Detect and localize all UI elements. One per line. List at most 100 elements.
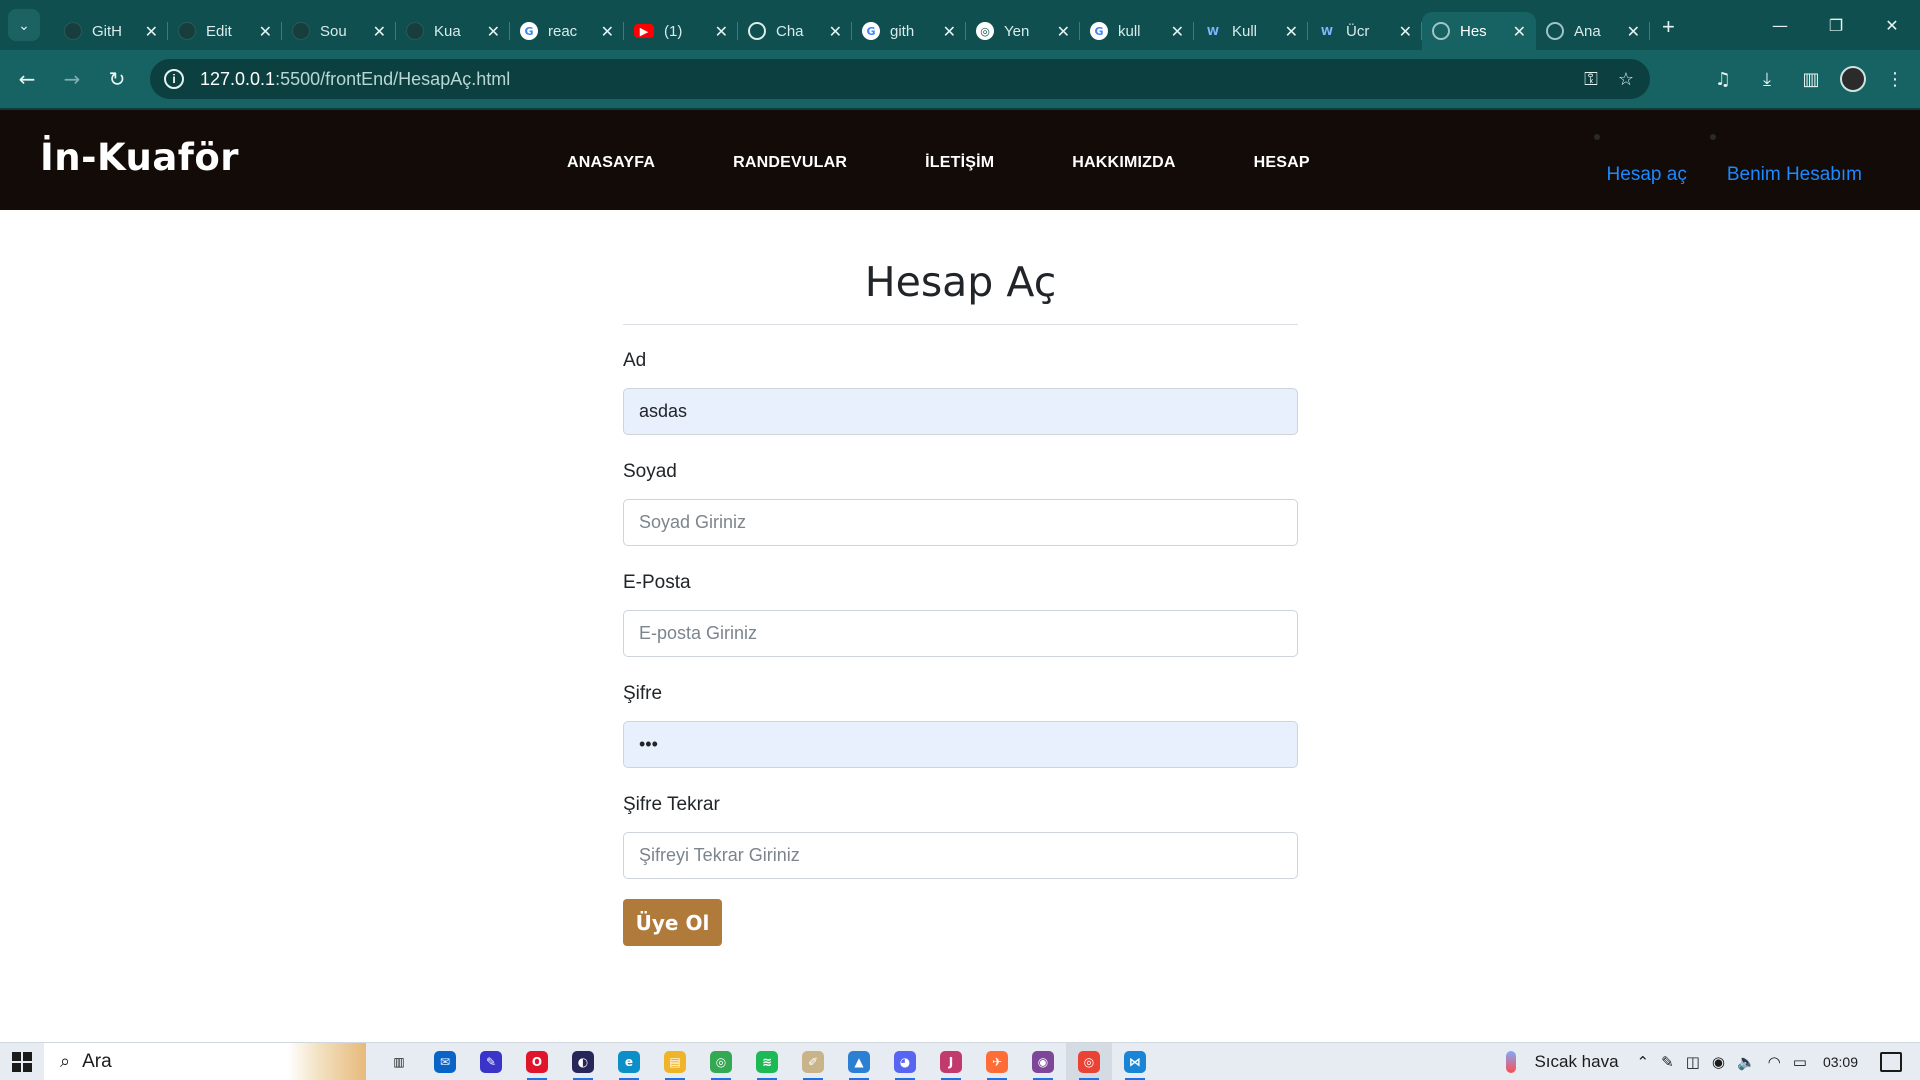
volume-icon[interactable]: 🔈 — [1737, 1053, 1756, 1071]
tab-close-icon[interactable]: ✕ — [259, 22, 272, 41]
browser-tab[interactable]: ▶ (1) ✕ — [624, 12, 738, 50]
last-name-input[interactable] — [623, 499, 1298, 546]
clock[interactable]: 03:09 — [1823, 1054, 1858, 1070]
menu-hesap[interactable]: HESAP — [1254, 154, 1310, 172]
tab-title: (1) — [664, 22, 683, 40]
tab-close-icon[interactable]: ✕ — [943, 22, 956, 41]
email-input[interactable] — [623, 610, 1298, 657]
windows-taskbar: ⌕ Ara ▥ ✉ ✎ O ◐ e ▤ ◎ ≋ ✐ ▲ ◕ J ✈ ◉ ◎ ⋈ Sıcak hava ⌃ ✎ ◫… — [0, 1042, 1920, 1080]
forward-icon[interactable]: → — [54, 61, 90, 97]
discord-taskbar-button[interactable]: ◕ — [882, 1043, 928, 1080]
tab-close-icon[interactable]: ✕ — [1171, 22, 1184, 41]
browser-tab[interactable]: W Kull ✕ — [1194, 12, 1308, 50]
browser-tab[interactable]: Greac ✕ — [510, 12, 624, 50]
password-key-icon[interactable]: ⚿ — [1584, 69, 1598, 90]
chrome-taskbar-button[interactable]: ◎ — [698, 1043, 744, 1080]
signup-link[interactable]: Hesap aç — [1607, 164, 1687, 186]
weather-widget[interactable]: Sıcak hava — [1506, 1051, 1619, 1073]
photos-icon: ▲ — [848, 1050, 870, 1073]
vscode-taskbar-button[interactable]: ⋈ — [1112, 1043, 1158, 1080]
back-icon[interactable]: ← — [9, 61, 45, 97]
battery-icon[interactable]: ▭ — [1793, 1053, 1807, 1071]
tab-close-icon[interactable]: ✕ — [601, 22, 614, 41]
bookmark-star-icon[interactable]: ☆ — [1618, 69, 1634, 90]
tab-close-icon[interactable]: ✕ — [487, 22, 500, 41]
edge-taskbar-button[interactable]: e — [606, 1043, 652, 1080]
tray-chevron-icon[interactable]: ⌃ — [1637, 1053, 1650, 1071]
signup-submit-button[interactable]: Üye Ol — [623, 899, 722, 946]
photos-taskbar-button[interactable]: ▲ — [836, 1043, 882, 1080]
restore-icon[interactable]: ❐ — [1808, 0, 1864, 50]
browser-tab[interactable]: ◎ Yen ✕ — [966, 12, 1080, 50]
password-confirm-group: Şifre Tekrar — [623, 794, 1298, 879]
browser-tab[interactable]: GitH ✕ — [54, 12, 168, 50]
task-view-taskbar-button[interactable]: ▥ — [376, 1043, 422, 1080]
notes-taskbar-button[interactable]: ✎ — [468, 1043, 514, 1080]
password-input[interactable] — [623, 721, 1298, 768]
menu-iletisim[interactable]: İLETİŞİM — [925, 154, 994, 172]
opera-taskbar-button[interactable]: O — [514, 1043, 560, 1080]
jetbrains-taskbar-button[interactable]: J — [928, 1043, 974, 1080]
browser-tab[interactable]: Hes ✕ — [1422, 12, 1536, 50]
browser-tab[interactable]: Cha ✕ — [738, 12, 852, 50]
tab-close-icon[interactable]: ✕ — [1057, 22, 1070, 41]
tab-close-icon[interactable]: ✕ — [829, 22, 842, 41]
tab-close-icon[interactable]: ✕ — [1513, 22, 1526, 41]
first-name-input[interactable] — [623, 388, 1298, 435]
tab-search-icon[interactable]: ⌄ — [8, 9, 40, 41]
tab-close-icon[interactable]: ✕ — [1627, 22, 1640, 41]
tab-close-icon[interactable]: ✕ — [373, 22, 386, 41]
download-icon[interactable]: ⤓ — [1752, 64, 1782, 94]
globe-icon — [1432, 22, 1450, 40]
media-control-icon[interactable]: ♫ — [1708, 64, 1738, 94]
browser-tab[interactable]: W Ücr ✕ — [1308, 12, 1422, 50]
browser-tab[interactable]: Ana ✕ — [1536, 12, 1650, 50]
browser-tab[interactable]: Kua ✕ — [396, 12, 510, 50]
mail-taskbar-button[interactable]: ✉ — [422, 1043, 468, 1080]
window-controls: — ❐ ✕ — [1752, 0, 1920, 50]
menu-hakkimizda[interactable]: HAKKIMIZDA — [1072, 154, 1175, 172]
profile-avatar[interactable] — [1840, 66, 1866, 92]
wifi-icon[interactable]: ◠ — [1768, 1053, 1781, 1071]
browser-tab[interactable]: Edit ✕ — [168, 12, 282, 50]
menu-anasayfa[interactable]: ANASAYFA — [567, 154, 655, 172]
app-dark-taskbar-button[interactable]: ◐ — [560, 1043, 606, 1080]
google-icon: G — [862, 22, 880, 40]
menu-randevular[interactable]: RANDEVULAR — [733, 154, 847, 172]
minimize-icon[interactable]: — — [1752, 0, 1808, 50]
site-info-icon[interactable]: i — [164, 69, 184, 89]
tab-list: GitH ✕ Edit ✕ Sou ✕ Kua ✕ Greac ✕ ▶ (1) ✕ Cha ✕ Ggith ✕… — [54, 0, 1650, 50]
tab-title: Kull — [1232, 22, 1258, 40]
account-links: Hesap aç Benim Hesabım — [1607, 164, 1862, 186]
browser-tab[interactable]: Sou ✕ — [282, 12, 396, 50]
tab-close-icon[interactable]: ✕ — [145, 22, 158, 41]
tor-taskbar-button[interactable]: ◉ — [1020, 1043, 1066, 1080]
tab-close-icon[interactable]: ✕ — [1399, 22, 1412, 41]
chrome-active-taskbar-button[interactable]: ◎ — [1066, 1042, 1112, 1080]
address-bar[interactable]: i 127.0.0.1:5500/frontEnd/HesapAç.html ⚿… — [150, 59, 1650, 99]
pen-icon[interactable]: ✎ — [1661, 1053, 1674, 1071]
notification-icon[interactable] — [1880, 1052, 1902, 1072]
password-confirm-input[interactable] — [623, 832, 1298, 879]
close-window-icon[interactable]: ✕ — [1864, 0, 1920, 50]
browser-tab[interactable]: Ggith ✕ — [852, 12, 966, 50]
meet-icon[interactable]: ◉ — [1712, 1053, 1725, 1071]
start-button[interactable] — [0, 1043, 44, 1080]
reload-icon[interactable]: ↻ — [99, 61, 135, 97]
side-panel-icon[interactable]: ▥ — [1796, 64, 1826, 94]
browser-menu-icon[interactable]: ⋮ — [1880, 64, 1910, 94]
browser-tab[interactable]: Gkull ✕ — [1080, 12, 1194, 50]
spotify-taskbar-button[interactable]: ≋ — [744, 1043, 790, 1080]
tab-close-icon[interactable]: ✕ — [1285, 22, 1298, 41]
my-account-link[interactable]: Benim Hesabım — [1727, 164, 1862, 186]
network-icon[interactable]: ◫ — [1686, 1053, 1700, 1071]
file-explorer-taskbar-button[interactable]: ▤ — [652, 1043, 698, 1080]
taskbar-search[interactable]: ⌕ Ara — [44, 1042, 366, 1080]
postman-taskbar-button[interactable]: ✈ — [974, 1043, 1020, 1080]
tab-close-icon[interactable]: ✕ — [715, 22, 728, 41]
paint-taskbar-button[interactable]: ✐ — [790, 1043, 836, 1080]
password-confirm-label: Şifre Tekrar — [623, 794, 720, 815]
site-logo[interactable]: İn-Kuaför — [40, 136, 239, 179]
url-path: :5500/frontEnd/HesapAç.html — [275, 68, 511, 89]
new-tab-icon[interactable]: + — [1662, 14, 1675, 40]
